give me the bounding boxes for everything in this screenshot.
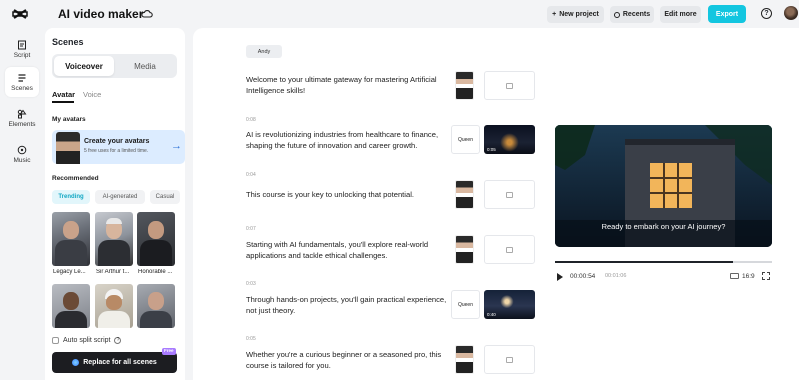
- top-bar: AI video maker + New project Recents Edi…: [0, 0, 799, 28]
- scenes-icon: [18, 73, 26, 82]
- replace-all-scenes-button[interactable]: Replace for all scenes: [52, 352, 177, 373]
- scene-text[interactable]: Whether you're a curious beginner or a s…: [246, 349, 451, 371]
- plus-icon: +: [552, 11, 557, 18]
- fullscreen-icon[interactable]: [762, 272, 770, 280]
- auto-split-checkbox[interactable]: [52, 337, 59, 344]
- scene-avatar-thumb[interactable]: [455, 71, 474, 100]
- playback-progress[interactable]: [555, 261, 772, 263]
- elements-icon: [17, 109, 27, 118]
- new-project-button[interactable]: + New project: [547, 6, 604, 23]
- app-title: AI video maker: [58, 7, 144, 21]
- panel-title: Scenes: [52, 37, 84, 47]
- aspect-ratio-label[interactable]: 16:9: [742, 273, 755, 280]
- add-media-icon: [506, 246, 513, 253]
- total-time: 00:01:06: [605, 273, 627, 279]
- rail-item-scenes[interactable]: Scenes: [5, 67, 39, 97]
- avatar-thumb-6[interactable]: [137, 284, 175, 328]
- create-avatar-subtitle: 5 free uses for a limited time.: [84, 148, 149, 154]
- add-media-slot[interactable]: [484, 235, 535, 264]
- scene-text[interactable]: Through hands-on projects, you'll gain p…: [246, 294, 451, 316]
- subtab-avatar[interactable]: Avatar: [52, 90, 75, 99]
- avatar-thumb-4[interactable]: [52, 284, 90, 328]
- rail-item-music[interactable]: Music: [5, 139, 39, 169]
- avatar-name: Sir Arthur t...: [96, 269, 130, 275]
- scene-duration: 0:05: [246, 336, 256, 342]
- playback-progress-fill: [555, 261, 733, 263]
- scenes-panel: Scenes Voiceover Media Avatar Voice My a…: [45, 28, 185, 380]
- scene-avatar-thumb[interactable]: [455, 235, 474, 264]
- tab-voiceover[interactable]: Voiceover: [54, 56, 114, 76]
- clock-icon: [613, 11, 620, 18]
- create-avatar-card[interactable]: Create your avatars 5 free uses for a li…: [52, 130, 185, 164]
- free-badge: Free: [162, 348, 176, 355]
- help-icon[interactable]: ?: [761, 8, 772, 19]
- auto-split-label: Auto split script: [63, 337, 111, 344]
- script-icon: [18, 40, 26, 49]
- chip-casual[interactable]: Casual: [150, 190, 180, 204]
- chip-ai-generated[interactable]: AI-generated: [95, 190, 145, 204]
- export-button[interactable]: Export: [708, 5, 746, 23]
- script-canvas: Andy Welcome to your ultimate gateway fo…: [193, 28, 799, 380]
- scene-duration: 0:08: [246, 117, 256, 123]
- clip-duration: 0:40: [487, 312, 496, 317]
- media-clip[interactable]: 0:40: [484, 290, 535, 319]
- sparkle-icon: [72, 359, 80, 366]
- player-controls: 00:00:54 00:01:06 16:9: [555, 272, 772, 282]
- rail-item-elements[interactable]: Elements: [5, 103, 39, 133]
- scene-avatar-thumb[interactable]: [455, 345, 474, 374]
- scene-text[interactable]: This course is your key to unlocking tha…: [246, 189, 451, 200]
- add-media-icon: [506, 82, 513, 89]
- my-avatars-label: My avatars: [52, 116, 86, 123]
- arrow-right-icon: →: [171, 140, 182, 152]
- info-icon: ?: [114, 337, 122, 344]
- play-icon[interactable]: [557, 273, 563, 281]
- avatar-name: Legacy Le...: [53, 269, 86, 275]
- voice-selector[interactable]: Queen: [451, 290, 480, 319]
- add-media-icon: [506, 191, 513, 198]
- avatar-thumb-honorable[interactable]: [137, 212, 175, 266]
- capcut-logo-icon[interactable]: [12, 6, 28, 22]
- voiceover-media-toggle: Voiceover Media: [52, 54, 177, 78]
- avatar-preview-image: [56, 132, 80, 164]
- chip-trending[interactable]: Trending: [52, 190, 90, 204]
- scene-duration: 0:04: [246, 172, 256, 178]
- avatar-thumb-sir-arthur[interactable]: [95, 212, 133, 266]
- edit-more-button[interactable]: Edit more: [660, 6, 701, 23]
- recommended-label: Recommended: [52, 175, 99, 182]
- avatar-name: Honorable ...: [138, 269, 173, 275]
- media-clip[interactable]: 0:05: [484, 125, 535, 154]
- user-avatar[interactable]: [784, 6, 798, 20]
- aspect-ratio-icon[interactable]: [730, 273, 739, 279]
- current-time: 00:00:54: [570, 273, 596, 280]
- video-preview[interactable]: Ready to embark on your AI journey?: [555, 125, 772, 247]
- add-media-icon: [506, 356, 513, 363]
- music-icon: [17, 145, 27, 154]
- tab-media[interactable]: Media: [115, 56, 175, 76]
- avatar-thumb-legacy[interactable]: [52, 212, 90, 266]
- clip-duration: 0:05: [487, 147, 496, 152]
- subtab-underline: [52, 101, 74, 103]
- recents-button[interactable]: Recents: [610, 6, 654, 23]
- scene-text[interactable]: AI is revolutionizing industries from he…: [246, 129, 451, 151]
- avatar-thumb-5[interactable]: [95, 284, 133, 328]
- voice-selector[interactable]: Queen: [451, 125, 480, 154]
- scene-text[interactable]: Welcome to your ultimate gateway for mas…: [246, 74, 451, 96]
- rail-item-script[interactable]: Script: [5, 34, 39, 64]
- add-media-slot[interactable]: [484, 180, 535, 209]
- preview-caption: Ready to embark on your AI journey?: [601, 222, 726, 231]
- subtab-voice[interactable]: Voice: [83, 90, 101, 99]
- speaker-tag[interactable]: Andy: [246, 45, 282, 58]
- create-avatar-title: Create your avatars: [84, 138, 150, 145]
- scene-avatar-thumb[interactable]: [455, 180, 474, 209]
- add-media-slot[interactable]: [484, 71, 535, 100]
- cloud-sync-icon[interactable]: [141, 8, 153, 20]
- scene-text[interactable]: Starting with AI fundamentals, you'll ex…: [246, 239, 451, 261]
- scene-duration: 0:03: [246, 281, 256, 287]
- scene-duration: 0:07: [246, 226, 256, 232]
- auto-split-row: Auto split script ?: [52, 337, 122, 344]
- add-media-slot[interactable]: [484, 345, 535, 374]
